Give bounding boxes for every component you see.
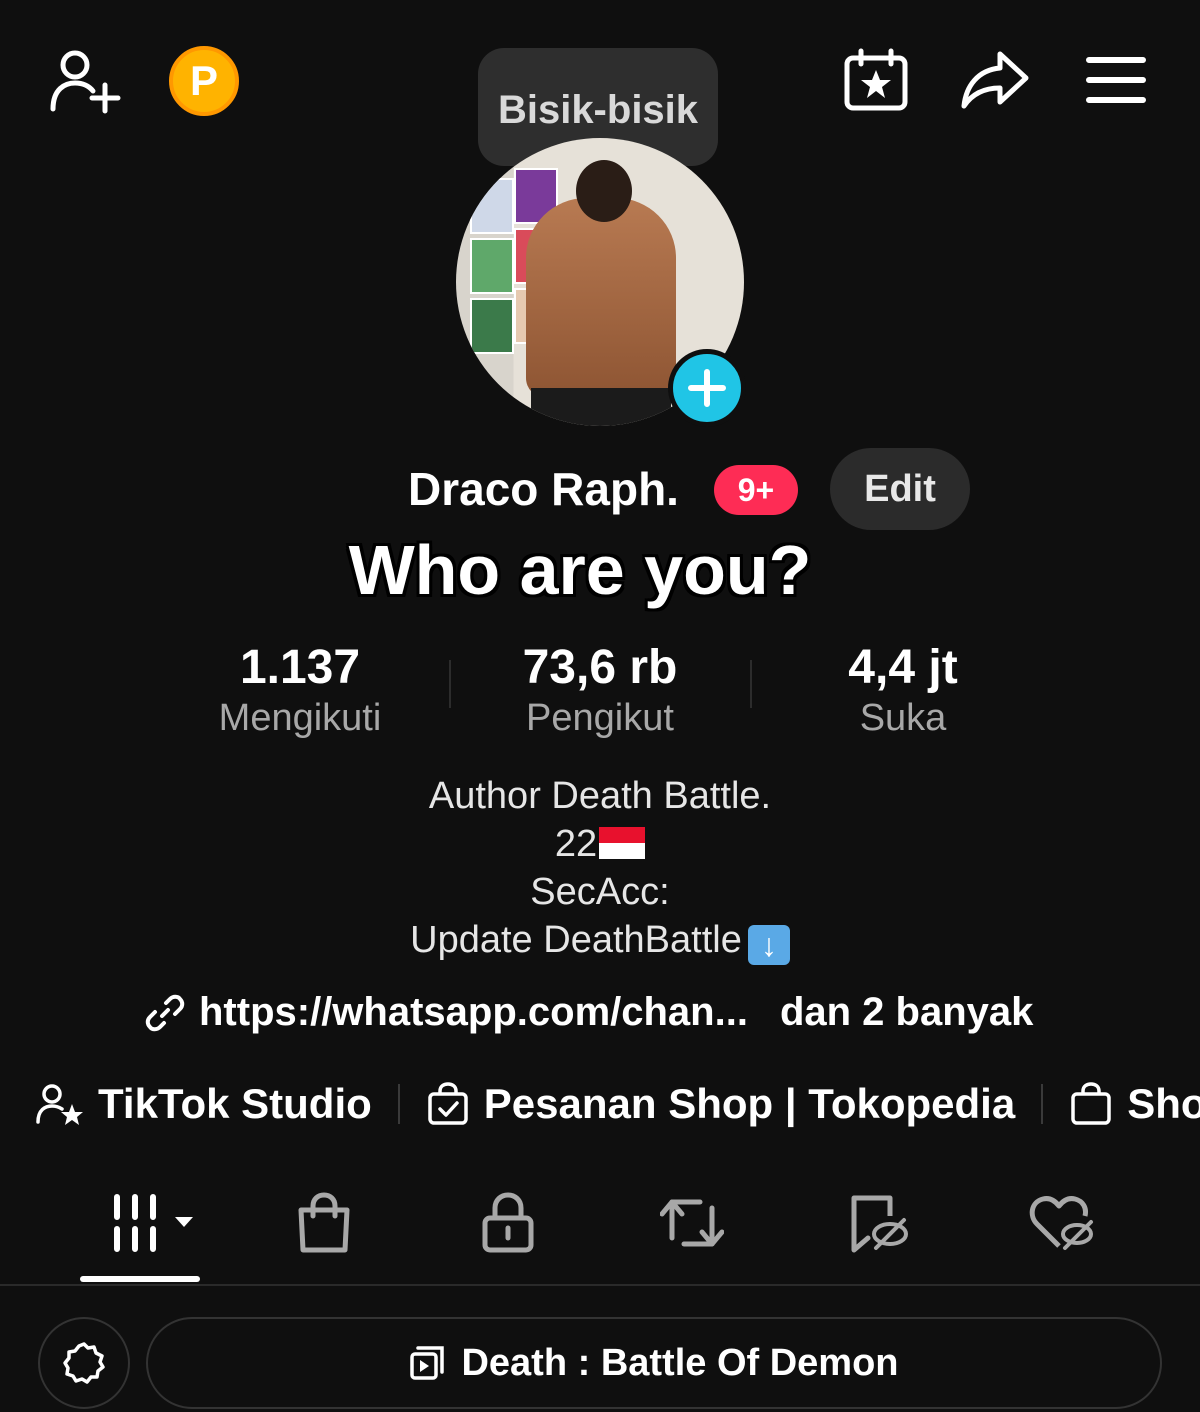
playlist-label: Death : Battle Of Demon	[461, 1341, 899, 1384]
bookmark-hidden-icon	[851, 1195, 908, 1253]
heart-hidden-icon	[1029, 1196, 1093, 1250]
bio: Author Death Battle. 22 SecAcc: Update D…	[0, 772, 1200, 965]
shortcut-row: TikTok Studio Pesanan Shop | Tokopedia S…	[36, 1080, 1200, 1128]
tab-videos[interactable]	[100, 1188, 200, 1258]
stat-following-label: Mengikuti	[218, 697, 382, 739]
bio-line-3: SecAcc:	[530, 871, 670, 913]
bio-line-2: 22	[0, 820, 1200, 868]
stat-likes[interactable]: 4,4 jt Suka	[773, 640, 1033, 740]
share-button[interactable]	[955, 44, 1035, 116]
down-arrow-icon: ↓	[747, 925, 790, 965]
profile-link-more[interactable]: dan 2 banyak	[780, 990, 1033, 1035]
hamburger-menu-icon	[1086, 57, 1146, 103]
coin-button[interactable]: P	[165, 42, 243, 120]
stat-followers-value: 73,6 rb	[522, 641, 678, 694]
tab-private[interactable]	[468, 1188, 548, 1258]
stat-followers[interactable]: 73,6 rb Pengikut	[470, 640, 730, 740]
person-star-icon	[36, 1084, 83, 1125]
link-icon	[145, 994, 185, 1031]
edit-profile-button[interactable]: Edit	[830, 448, 970, 530]
menu-button[interactable]	[1080, 48, 1152, 112]
repost-icon	[660, 1199, 724, 1247]
stat-following[interactable]: 1.137 Mengikuti	[170, 640, 430, 740]
tab-reposts[interactable]	[652, 1188, 732, 1258]
bio-line-1: Author Death Battle.	[428, 775, 772, 817]
profile-link-url[interactable]: https://whatsapp.com/chan...	[199, 990, 748, 1035]
video-grid-icon	[114, 1194, 193, 1252]
shortcut-divider	[1041, 1084, 1044, 1124]
share-arrow-icon	[961, 51, 1029, 109]
shortcut-orders[interactable]: Pesanan Shop | Tokopedia	[426, 1080, 1015, 1128]
playlist-icon	[410, 1346, 445, 1380]
stat-followers-label: Pengikut	[526, 697, 674, 739]
calendar-button[interactable]	[838, 44, 914, 116]
shortcut-divider	[397, 1084, 400, 1124]
shortcut-tiktok-studio[interactable]: TikTok Studio	[36, 1080, 372, 1128]
tab-liked[interactable]	[1022, 1188, 1102, 1258]
tab-shop[interactable]	[284, 1188, 364, 1258]
stat-following-value: 1.137	[239, 641, 361, 694]
add-friend-button[interactable]	[40, 40, 130, 120]
stat-divider	[449, 660, 451, 708]
shopping-bag-check-icon	[428, 1082, 468, 1125]
shopping-bag-icon	[1071, 1082, 1111, 1125]
tab-divider	[0, 1284, 1200, 1286]
shortcut-shop-label: Sho	[1127, 1080, 1200, 1127]
shortcut-tiktok-studio-label: TikTok Studio	[98, 1080, 372, 1127]
lock-icon	[482, 1192, 534, 1253]
bio-update-text: Update DeathBattle	[410, 919, 742, 961]
stat-divider	[750, 660, 752, 708]
active-tab-indicator	[80, 1276, 200, 1282]
calendar-star-icon	[844, 48, 908, 111]
profile-name: Draco Raph.	[408, 463, 679, 515]
stat-likes-value: 4,4 jt	[848, 641, 958, 694]
tab-favorites[interactable]	[838, 1188, 918, 1258]
indonesia-flag-icon	[599, 827, 646, 859]
bio-line-4: Update DeathBattle ↓	[0, 916, 1200, 965]
shopping-bag-icon	[298, 1192, 350, 1253]
add-person-icon	[50, 50, 121, 114]
overlay-caption: Who are you?	[348, 531, 812, 609]
shortcut-orders-label: Pesanan Shop | Tokopedia	[483, 1080, 1016, 1127]
plus-icon	[688, 369, 726, 407]
add-profile-photo-button[interactable]	[668, 349, 746, 427]
settings-button[interactable]	[38, 1317, 130, 1409]
gear-icon	[63, 1342, 105, 1384]
shortcut-shop[interactable]: Sho	[1069, 1080, 1200, 1128]
stat-likes-label: Suka	[859, 697, 947, 739]
profile-link-row[interactable]: https://whatsapp.com/chan... dan 2 banya…	[145, 990, 1033, 1035]
coin-icon: P	[169, 46, 239, 116]
playlist-button[interactable]: Death : Battle Of Demon	[146, 1317, 1162, 1409]
notification-badge[interactable]: 9+	[714, 465, 798, 515]
bio-age: 22	[554, 823, 598, 865]
